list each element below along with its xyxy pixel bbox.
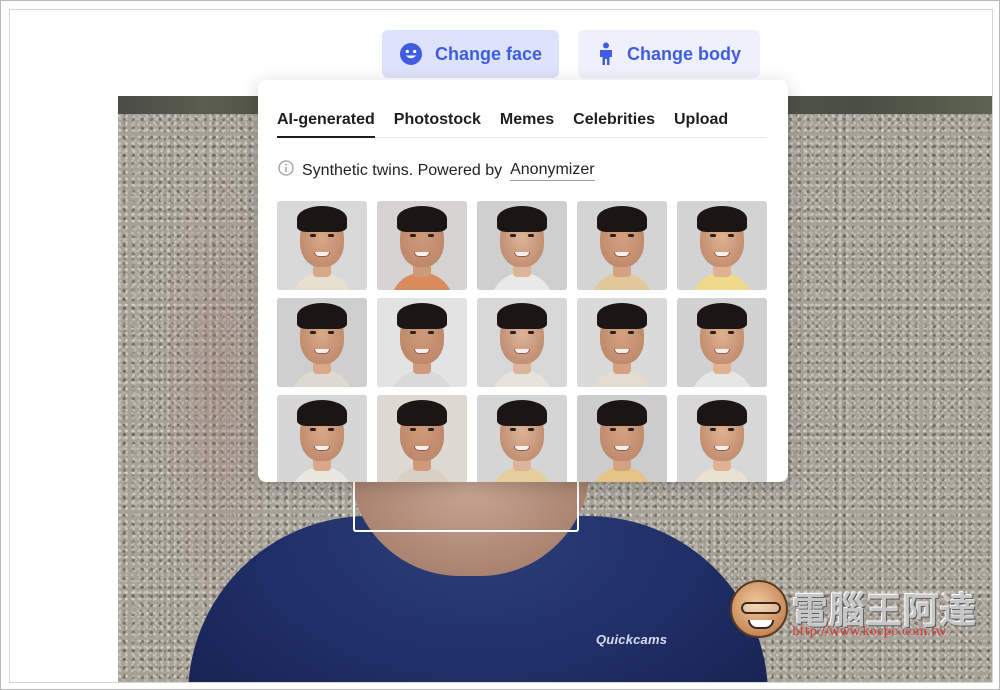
tab-photostock[interactable]: Photostock	[394, 98, 481, 138]
change-face-button[interactable]: Change face	[382, 30, 559, 78]
face-thumbnail[interactable]	[477, 298, 567, 387]
screenshot-frame: Quickcams Change face Change body AI-gen…	[0, 0, 1000, 690]
synthetic-twins-text: Synthetic twins. Powered by	[302, 161, 503, 179]
smiley-face-icon	[399, 42, 423, 66]
face-thumbnail[interactable]	[277, 298, 367, 387]
face-thumbnail[interactable]	[477, 201, 567, 290]
tab-memes[interactable]: Memes	[500, 98, 554, 138]
tab-ai-generated[interactable]: AI-generated	[277, 98, 375, 138]
change-body-button[interactable]: Change body	[578, 30, 760, 78]
face-thumbnail[interactable]	[677, 395, 767, 482]
face-thumbnail[interactable]	[377, 395, 467, 482]
synthetic-twins-note: Synthetic twins. Powered by Anonymizer	[278, 160, 595, 181]
info-circle-icon	[278, 160, 294, 181]
face-thumbnail-grid	[277, 201, 769, 482]
watermark-url: http://www.kocpc.com.tw	[792, 624, 947, 638]
anonymizer-link[interactable]: Anonymizer	[510, 161, 595, 181]
face-thumbnail[interactable]	[677, 298, 767, 387]
face-picker-popup: AI-generated Photostock Memes Celebritie…	[258, 80, 788, 482]
change-body-label: Change body	[626, 43, 741, 64]
change-face-label: Change face	[434, 43, 543, 64]
face-thumbnail[interactable]	[577, 201, 667, 290]
app-canvas: Quickcams Change face Change body AI-gen…	[9, 9, 993, 683]
person-figure-icon	[597, 42, 615, 66]
face-thumbnail[interactable]	[577, 298, 667, 387]
face-thumbnail[interactable]	[277, 201, 367, 290]
watermark-mascot-icon	[730, 580, 788, 638]
face-thumbnail[interactable]	[377, 201, 467, 290]
face-thumbnail[interactable]	[577, 395, 667, 482]
face-thumbnail[interactable]	[677, 201, 767, 290]
face-source-tabs: AI-generated Photostock Memes Celebritie…	[277, 98, 767, 138]
shirt-logo-text: Quickcams	[596, 632, 668, 647]
watermark: 電腦王阿達 http://www.kocpc.com.tw	[730, 580, 980, 642]
face-thumbnail[interactable]	[277, 395, 367, 482]
face-thumbnail[interactable]	[377, 298, 467, 387]
tab-celebrities[interactable]: Celebrities	[573, 98, 655, 138]
tab-upload[interactable]: Upload	[674, 98, 728, 138]
face-thumbnail[interactable]	[477, 395, 567, 482]
